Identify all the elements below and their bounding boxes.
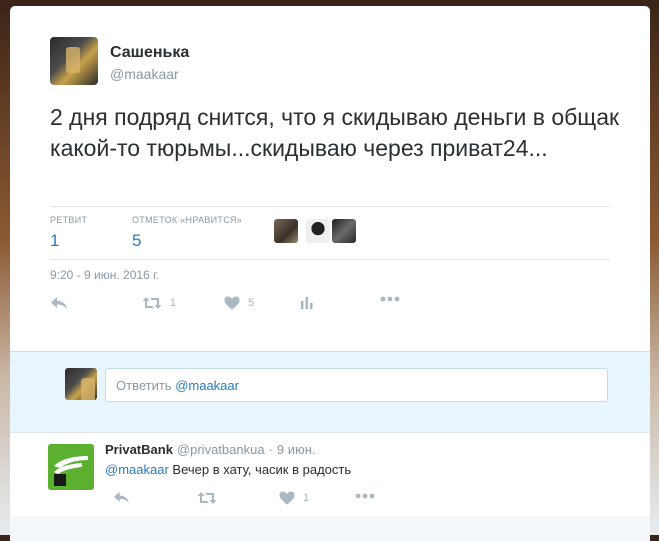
- reply-more-button[interactable]: [355, 493, 375, 499]
- author-handle[interactable]: @maakaar: [110, 66, 179, 82]
- heart-icon: [279, 491, 295, 505]
- reply-input[interactable]: Ответить @maakaar: [105, 368, 608, 402]
- liker-avatar[interactable]: [274, 219, 298, 243]
- retweet-button[interactable]: 1: [142, 296, 176, 310]
- reply-actions: 1: [105, 491, 405, 511]
- liker-avatar[interactable]: [306, 219, 330, 243]
- more-icon: [355, 493, 375, 499]
- reply-time[interactable]: 9 июн.: [277, 442, 316, 457]
- retweet-icon: [197, 492, 217, 504]
- reply-like-count: 1: [303, 492, 310, 504]
- tweet-stats: РЕТВИТ 1 ОТМЕТОК «НРАВИТСЯ» 5: [50, 206, 610, 260]
- reply-icon: [51, 297, 67, 309]
- like-stat-value: 5: [132, 231, 142, 250]
- privatbank-logo-avatar[interactable]: [48, 444, 94, 490]
- next-item-strip: [10, 516, 650, 541]
- like-button[interactable]: 5: [224, 296, 254, 310]
- retweet-stat[interactable]: РЕТВИТ 1: [50, 215, 87, 251]
- analytics-icon: [301, 297, 313, 309]
- retweet-stat-label: РЕТВИТ: [50, 215, 88, 225]
- more-icon: [380, 296, 400, 302]
- tweet-card: Сашенька @maakaar 2 дня подряд снится, ч…: [10, 6, 650, 541]
- reply-author-name[interactable]: PrivatBank: [105, 442, 173, 457]
- reply-tweet[interactable]: PrivatBank @privatbankua · 9 июн. @maakaar …: [10, 431, 650, 517]
- like-count: 5: [248, 297, 255, 309]
- reply-reply-button[interactable]: [113, 491, 130, 504]
- reply-area: Ответить @maakaar: [10, 351, 650, 433]
- reply-icon: [114, 491, 129, 504]
- tweet-timestamp[interactable]: 9:20 - 9 июн. 2016 г.: [50, 268, 159, 282]
- liker-avatar[interactable]: [332, 219, 356, 243]
- reply-button[interactable]: [50, 296, 68, 310]
- reply-text: @maakaar Вечер в хату, часик в радость: [105, 462, 351, 477]
- reply-author-handle[interactable]: @privatbankua: [177, 442, 265, 457]
- retweet-icon: [142, 297, 162, 309]
- like-stat[interactable]: ОТМЕТОК «НРАВИТСЯ» 5: [132, 215, 242, 251]
- reply-author-line: PrivatBank @privatbankua · 9 июн.: [105, 442, 316, 457]
- retweet-count: 1: [170, 297, 177, 309]
- heart-icon: [224, 296, 240, 310]
- tweet-actions: 1 5: [50, 296, 610, 320]
- author-avatar[interactable]: [50, 37, 98, 85]
- reply-input-mention: @maakaar: [175, 378, 239, 393]
- reply-input-prefix: Ответить: [116, 378, 176, 393]
- reply-retweet-button[interactable]: [197, 491, 225, 505]
- analytics-button[interactable]: [300, 296, 314, 309]
- reply-body: Вечер в хату, часик в радость: [168, 462, 352, 477]
- like-stat-label: ОТМЕТОК «НРАВИТСЯ»: [132, 215, 243, 225]
- tweet-text: 2 дня подряд снится, что я скидываю день…: [50, 104, 620, 161]
- privatbank-logo-icon: [48, 444, 94, 490]
- retweet-stat-value: 1: [50, 231, 60, 250]
- reply-mention[interactable]: @maakaar: [105, 462, 169, 477]
- current-user-avatar: [65, 368, 97, 400]
- reply-like-button[interactable]: 1: [279, 491, 309, 505]
- author-name[interactable]: Сашенька: [110, 44, 189, 62]
- reply-separator: ·: [268, 442, 273, 457]
- main-tweet: Сашенька @maakaar 2 дня подряд снится, ч…: [10, 6, 650, 351]
- more-button[interactable]: [380, 296, 400, 302]
